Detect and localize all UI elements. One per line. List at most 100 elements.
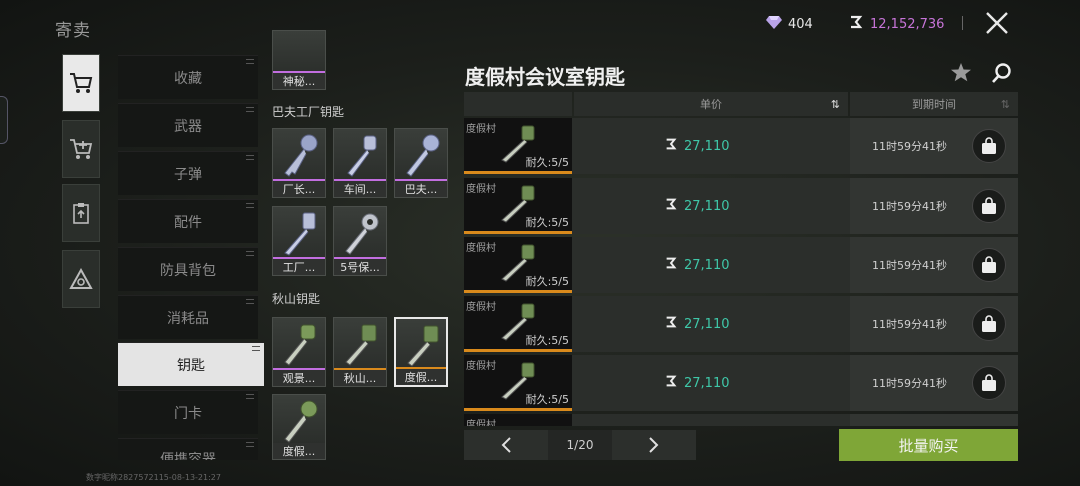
section-title: 巴夫工厂钥匙 — [272, 105, 345, 119]
favorite-button[interactable] — [950, 62, 972, 86]
buy-button[interactable] — [972, 129, 1006, 163]
item-tile[interactable]: 秋山... — [333, 317, 387, 387]
expire-time: 11时59分41秒 — [872, 140, 947, 153]
listing-row[interactable]: 度假村 耐久:5/5 27,110 11时59分41秒 — [464, 178, 1018, 234]
orders-tab[interactable] — [62, 184, 100, 242]
item-tile[interactable]: 巴夫... — [394, 128, 448, 198]
money-amount: 12,152,736 — [870, 16, 945, 32]
prev-page-button[interactable] — [464, 430, 548, 460]
listing-row[interactable]: 度假村 耐久:5/5 27,110 11时59分41秒 — [464, 237, 1018, 293]
column-header-expire[interactable]: 到期时间 ⇅ — [850, 92, 1018, 116]
key-icon — [284, 400, 318, 443]
key-icon — [407, 325, 439, 367]
search-button[interactable] — [991, 62, 1013, 88]
price: 27,110 — [664, 237, 730, 293]
money-balance: 12,152,736 — [848, 14, 944, 34]
item-tile-selected[interactable]: 度假... — [394, 317, 448, 387]
key-icon — [284, 324, 316, 366]
triangle-icon — [69, 268, 93, 289]
item-thumbnail: 度假村 耐久:5/5 — [464, 355, 572, 411]
chevron-left-icon — [501, 437, 511, 453]
category-consumables[interactable]: 消耗品 — [118, 295, 258, 339]
item-thumbnail: 度假村 耐久:5/5 — [464, 178, 572, 234]
coin-icon — [848, 14, 864, 34]
price: 27,110 — [664, 118, 730, 174]
bulk-buy-button[interactable]: 批量购买 — [839, 429, 1018, 461]
sort-icon[interactable]: ⇅ — [831, 98, 840, 111]
item-title: 度假村会议室钥匙 — [465, 65, 625, 89]
category-keycards[interactable]: 门卡 — [118, 390, 258, 434]
bag-icon — [982, 256, 996, 273]
price: 27,110 — [664, 178, 730, 234]
gem-count: 404 — [788, 16, 813, 32]
bag-icon — [982, 137, 996, 154]
sell-tab[interactable] — [62, 120, 100, 178]
coin-icon — [664, 137, 678, 155]
bag-icon — [982, 197, 996, 214]
divider — [962, 16, 963, 30]
bag-icon — [982, 374, 996, 391]
column-header-item — [464, 92, 572, 116]
listing-row[interactable]: 度假村 耐久:5/5 27,110 11时59分41秒 — [464, 296, 1018, 352]
price: 27,110 — [664, 355, 730, 411]
key-icon — [284, 134, 318, 177]
page-title: 寄卖 — [55, 21, 91, 41]
sort-icon[interactable]: ⇅ — [1001, 98, 1010, 111]
exchange-tab[interactable] — [62, 250, 100, 308]
category-armor[interactable]: 防具背包 — [118, 247, 258, 291]
diamond-icon — [766, 15, 782, 33]
category-keys[interactable]: 钥匙 — [118, 342, 264, 386]
listing-row[interactable]: 度假村 — [464, 414, 1018, 426]
coin-icon — [664, 374, 678, 392]
key-icon — [345, 324, 377, 366]
page-indicator: 1/20 — [548, 430, 612, 460]
expire-time: 11时59分41秒 — [872, 259, 947, 272]
item-thumbnail: 度假村 耐久:5/5 — [464, 118, 572, 174]
key-icon — [345, 213, 379, 255]
buy-button[interactable] — [972, 189, 1006, 223]
clipboard-icon — [73, 203, 89, 224]
item-tile[interactable]: 观景... — [272, 317, 326, 387]
buy-button[interactable] — [972, 248, 1006, 282]
item-tile[interactable]: 神秘... — [272, 30, 326, 90]
chevron-right-icon — [649, 437, 659, 453]
buy-button[interactable] — [972, 307, 1006, 341]
buy-button[interactable] — [972, 366, 1006, 400]
category-collection[interactable]: 收藏 — [118, 55, 258, 99]
item-tile[interactable]: 车间... — [333, 128, 387, 198]
close-icon — [986, 12, 1008, 34]
item-tile[interactable]: 5号保... — [333, 206, 387, 276]
gem-balance: 404 — [766, 14, 813, 34]
key-icon — [284, 212, 316, 256]
column-header-price[interactable]: 单价 ⇅ — [574, 92, 848, 116]
cart-add-icon — [70, 139, 93, 159]
item-tile[interactable]: 度假... — [272, 394, 326, 460]
side-notch — [0, 96, 8, 144]
expire-time: 11时59分41秒 — [872, 200, 947, 213]
search-icon — [992, 63, 1011, 83]
item-thumbnail: 度假村 耐久:5/5 — [464, 237, 572, 293]
section-title: 秋山钥匙 — [272, 292, 321, 306]
item-thumbnail: 度假村 — [464, 414, 572, 426]
market-tab[interactable] — [62, 54, 100, 112]
category-containers[interactable]: 便携容器 — [118, 438, 258, 460]
coin-icon — [664, 315, 678, 333]
item-tile[interactable]: 厂长... — [272, 128, 326, 198]
next-page-button[interactable] — [612, 430, 696, 460]
bag-icon — [982, 315, 996, 332]
listing-row[interactable]: 度假村 耐久:5/5 27,110 11时59分41秒 — [464, 118, 1018, 174]
category-weapons[interactable]: 武器 — [118, 103, 258, 147]
expire-time: 11时59分41秒 — [872, 318, 947, 331]
item-tile[interactable]: 工厂... — [272, 206, 326, 276]
category-ammo[interactable]: 子弹 — [118, 151, 258, 195]
listing-row[interactable]: 度假村 耐久:5/5 27,110 11时59分41秒 — [464, 355, 1018, 411]
expire-time: 11时59分41秒 — [872, 377, 947, 390]
key-icon — [406, 134, 440, 177]
category-attachments[interactable]: 配件 — [118, 199, 258, 243]
coin-icon — [664, 197, 678, 215]
coin-icon — [664, 256, 678, 274]
cart-icon — [70, 73, 93, 93]
item-thumbnail: 度假村 耐久:5/5 — [464, 296, 572, 352]
close-button[interactable] — [984, 10, 1010, 36]
price: 27,110 — [664, 296, 730, 352]
